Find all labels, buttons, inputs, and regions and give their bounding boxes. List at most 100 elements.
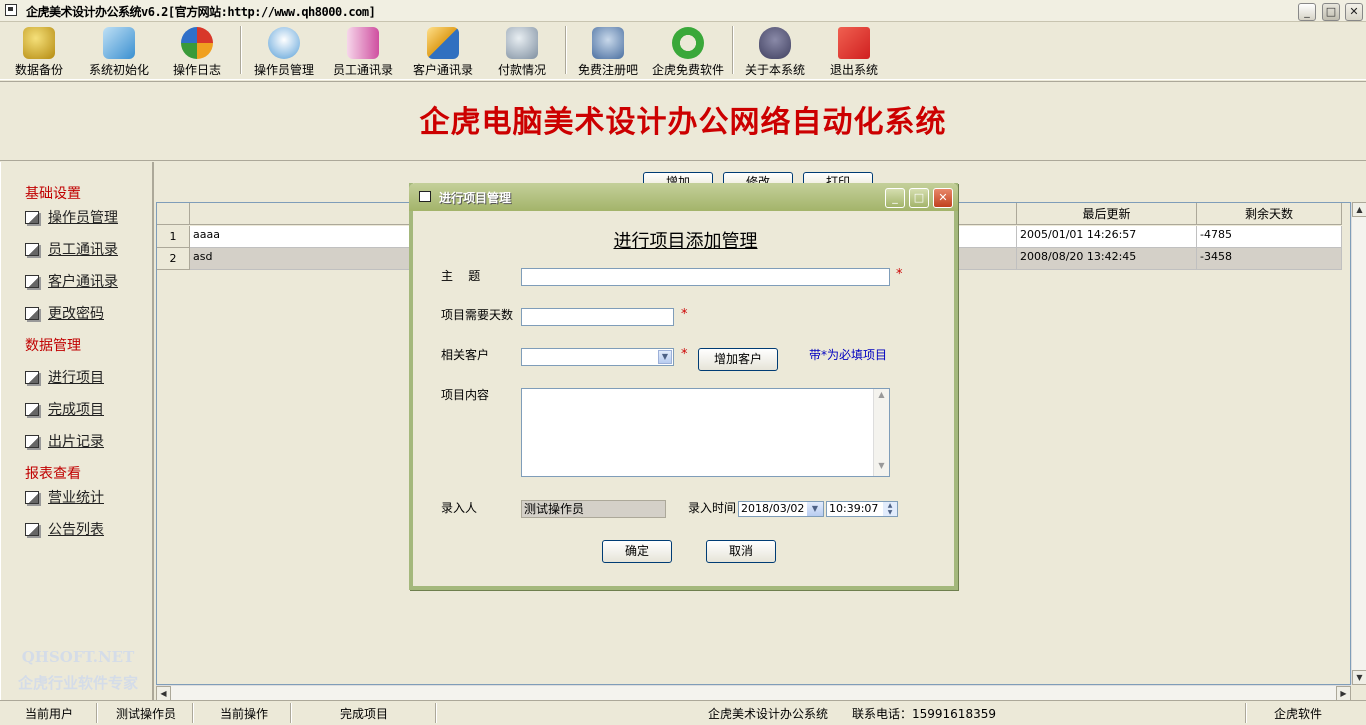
add-customer-button[interactable]: 增加客户 bbox=[698, 348, 778, 371]
entry-time-spinner[interactable]: 10:39:07 ▲ ▼ bbox=[826, 501, 898, 517]
sidebar-item-operators[interactable]: 操作员管理 bbox=[25, 207, 118, 227]
dialog-close-button[interactable]: ✕ bbox=[933, 188, 953, 208]
toolbar-operators-button[interactable]: 操作员管理 bbox=[250, 24, 318, 78]
window-title: 企虎美术设计办公系统v6.2[官方网站:http://www.qh8000.co… bbox=[26, 5, 376, 19]
watermark-slogan: 企虎行业软件专家 bbox=[17, 674, 138, 692]
current-operation-value: 完成项目 bbox=[340, 707, 389, 721]
status-separator bbox=[1245, 703, 1247, 723]
scroll-up-icon[interactable]: ▲ bbox=[1352, 202, 1366, 217]
ok-button[interactable]: 确定 bbox=[602, 540, 672, 563]
toolbar-init-button[interactable]: 系统初始化 bbox=[82, 24, 156, 78]
dialog-maximize-button[interactable]: □ bbox=[909, 188, 929, 208]
current-user-value: 测试操作员 bbox=[116, 707, 177, 721]
toolbar-separator bbox=[732, 26, 734, 74]
entry-date-picker[interactable]: 2018/03/02 ▼ bbox=[738, 501, 824, 517]
status-separator bbox=[96, 703, 98, 723]
column-header-last-updated[interactable]: 最后更新 bbox=[1017, 203, 1197, 225]
status-bar: 当前用户 测试操作员 当前操作 完成项目 企虎美术设计办公系统 联系电话：159… bbox=[0, 700, 1366, 725]
scroll-down-icon[interactable]: ▼ bbox=[874, 461, 889, 475]
vendor-name: 企虎软件 bbox=[1274, 707, 1323, 721]
sidebar: 基础设置 操作员管理 员工通讯录 客户通讯录 更改密码 数据管理 进行项目 完成… bbox=[0, 162, 154, 700]
scroll-right-icon[interactable]: ▶ bbox=[1336, 686, 1351, 701]
toolbar-log-button[interactable]: 操作日志 bbox=[166, 24, 228, 78]
horizontal-scrollbar[interactable]: ◀ ▶ bbox=[156, 685, 1351, 701]
database-backup-icon bbox=[23, 27, 55, 59]
banner-title: 企虎电脑美术设计办公网络自动化系统 bbox=[419, 105, 947, 140]
table-cell-updated[interactable]: 2008/08/20 13:42:45 bbox=[1017, 248, 1197, 270]
toolbar-register-button[interactable]: 免费注册吧 bbox=[576, 24, 640, 78]
sidebar-item-customer-contacts[interactable]: 客户通讯录 bbox=[25, 271, 118, 291]
sidebar-group-reports: 报表查看 bbox=[25, 466, 81, 482]
scroll-down-icon[interactable]: ▼ bbox=[1352, 670, 1366, 685]
required-mark: * bbox=[681, 307, 688, 322]
notepad-icon bbox=[25, 523, 39, 536]
exit-cube-icon bbox=[838, 27, 870, 59]
restore-button[interactable]: □ bbox=[1322, 3, 1340, 21]
table-cell-updated[interactable]: 2005/01/01 14:26:57 bbox=[1017, 226, 1197, 248]
notepad-icon bbox=[25, 307, 39, 320]
dialog-window-icon bbox=[419, 191, 431, 202]
dialog-title-bar[interactable]: 进行项目管理 _ □ ✕ bbox=[409, 183, 958, 211]
project-dialog: 进行项目管理 _ □ ✕ 进行项目添加管理 主 题 * 项目需要天数 * 相关客… bbox=[409, 183, 958, 590]
sidebar-item-business-stats[interactable]: 营业统计 bbox=[25, 487, 104, 507]
scroll-up-icon[interactable]: ▲ bbox=[874, 390, 889, 404]
toolbar-customer-contacts-button[interactable]: 客户通讯录 bbox=[410, 24, 476, 78]
days-input[interactable] bbox=[521, 308, 674, 326]
status-separator bbox=[192, 703, 194, 723]
sidebar-item-announcements[interactable]: 公告列表 bbox=[25, 519, 104, 539]
sidebar-item-staff-contacts[interactable]: 员工通讯录 bbox=[25, 239, 118, 259]
database-add-icon bbox=[506, 27, 538, 59]
entry-time-label: 录入时间 bbox=[688, 501, 737, 515]
sidebar-group-basic-settings: 基础设置 bbox=[25, 186, 81, 202]
spinner-arrows-icon[interactable]: ▲ ▼ bbox=[883, 502, 897, 516]
notepad-icon bbox=[25, 243, 39, 256]
cancel-button[interactable]: 取消 bbox=[706, 540, 776, 563]
toolbar-exit-button[interactable]: 退出系统 bbox=[826, 24, 882, 78]
edit-pencil-icon bbox=[103, 27, 135, 59]
entered-by-label: 录入人 bbox=[441, 501, 478, 515]
address-book-icon bbox=[347, 27, 379, 59]
required-note: 带*为必填项目 bbox=[809, 348, 888, 362]
app-icon bbox=[5, 4, 17, 16]
dialog-minimize-button[interactable]: _ bbox=[885, 188, 905, 208]
notepad-icon bbox=[25, 211, 39, 224]
scroll-left-icon[interactable]: ◀ bbox=[156, 686, 171, 701]
sidebar-item-change-password[interactable]: 更改密码 bbox=[25, 303, 104, 323]
contact-phone: 联系电话：15991618359 bbox=[852, 707, 996, 721]
content-textarea[interactable]: ▲ ▼ bbox=[521, 388, 890, 477]
chevron-down-icon[interactable]: ▼ bbox=[658, 350, 672, 364]
notepad-icon bbox=[25, 435, 39, 448]
toolbar-staff-contacts-button[interactable]: 员工通讯录 bbox=[330, 24, 396, 78]
toolbar-separator bbox=[240, 26, 242, 74]
sidebar-item-output-records[interactable]: 出片记录 bbox=[25, 431, 104, 451]
vertical-scrollbar[interactable]: ▲ ▼ bbox=[1351, 202, 1366, 685]
form-title: 进行项目添加管理 bbox=[613, 231, 758, 252]
textarea-scrollbar[interactable]: ▲ ▼ bbox=[873, 389, 889, 476]
notepad-icon bbox=[25, 275, 39, 288]
close-button[interactable]: ✕ bbox=[1345, 3, 1363, 21]
required-mark: * bbox=[896, 267, 903, 282]
row-number[interactable]: 1 bbox=[157, 226, 190, 248]
about-critter-icon bbox=[759, 27, 791, 59]
entry-time-value: 10:39:07 bbox=[829, 502, 879, 515]
sidebar-item-completed-projects[interactable]: 完成项目 bbox=[25, 399, 104, 419]
customer-select[interactable]: ▼ bbox=[521, 348, 674, 366]
minimize-button[interactable]: _ bbox=[1298, 3, 1316, 21]
register-icon bbox=[592, 27, 624, 59]
table-cell-remaining[interactable]: -3458 bbox=[1197, 248, 1342, 270]
table-cell-remaining[interactable]: -4785 bbox=[1197, 226, 1342, 248]
toolbar-backup-button[interactable]: 数据备份 bbox=[8, 24, 70, 78]
subject-input[interactable] bbox=[521, 268, 890, 286]
row-number[interactable]: 2 bbox=[157, 248, 190, 270]
toolbar-about-button[interactable]: 关于本系统 bbox=[742, 24, 808, 78]
column-header-remaining-days[interactable]: 剩余天数 bbox=[1197, 203, 1342, 225]
status-separator bbox=[290, 703, 292, 723]
toolbar-payments-button[interactable]: 付款情况 bbox=[494, 24, 550, 78]
entered-by-field: 测试操作员 bbox=[521, 500, 666, 518]
sidebar-group-data-management: 数据管理 bbox=[25, 338, 81, 354]
status-separator bbox=[435, 703, 437, 723]
calendar-dropdown-icon[interactable]: ▼ bbox=[807, 502, 823, 516]
sidebar-item-ongoing-projects[interactable]: 进行项目 bbox=[25, 367, 104, 387]
subject-label: 主 题 bbox=[441, 269, 481, 283]
toolbar-free-software-button[interactable]: 企虎免费软件 bbox=[650, 24, 726, 78]
